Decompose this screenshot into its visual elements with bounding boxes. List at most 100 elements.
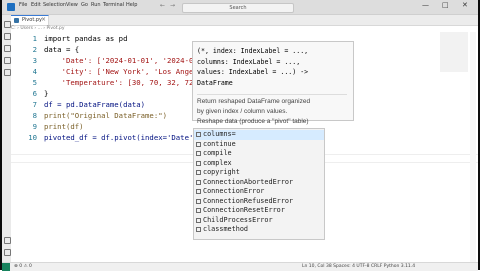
line-number: 8 <box>32 111 37 120</box>
code-line: import pandas as pd <box>44 34 128 43</box>
variable-icon <box>196 132 201 137</box>
menu-view[interactable]: View <box>66 2 78 8</box>
menu-help[interactable]: Help <box>126 2 137 8</box>
menu-edit[interactable]: Edit <box>31 2 41 8</box>
explorer-icon[interactable] <box>4 21 11 28</box>
line-number: 9 <box>32 122 37 131</box>
code-line: print(df) <box>44 122 84 131</box>
extensions-icon[interactable] <box>4 69 11 76</box>
signature-help-popup: (*, index: IndexLabel = ..., columns: In… <box>192 41 354 125</box>
suggestion-item[interactable]: ChildProcessError <box>194 216 324 226</box>
description-line: by given index / column values. <box>197 108 288 115</box>
run-debug-icon[interactable] <box>4 57 11 64</box>
signature-description: Return reshaped DataFrame organized by g… <box>197 97 310 127</box>
settings-gear-icon[interactable] <box>4 249 11 256</box>
code-line: 'Date': ['2024-01-01', '2024-01-01' <box>44 56 216 65</box>
line-number: 2 <box>32 45 37 54</box>
class-icon <box>196 227 201 232</box>
python-file-icon <box>14 18 19 23</box>
divider <box>197 94 347 95</box>
menu-terminal[interactable]: Terminal <box>103 2 124 8</box>
suggestion-label: ConnectionAbortedError <box>203 177 294 186</box>
arrow-left-icon[interactable]: ← <box>160 2 165 9</box>
minimize-button[interactable]: — <box>422 1 429 9</box>
problems-count[interactable]: ⊗ 0 ⚠ 0 <box>14 264 32 269</box>
class-icon <box>196 179 201 185</box>
suggestion-item[interactable]: complex <box>194 159 324 169</box>
source-control-icon[interactable] <box>4 45 11 52</box>
close-icon[interactable]: × <box>41 16 46 23</box>
menu-go[interactable]: Go <box>81 2 88 8</box>
suggestion-item[interactable]: compile <box>194 149 324 159</box>
command-center-search[interactable]: Search <box>182 3 294 13</box>
vertical-scrollbar[interactable] <box>470 32 476 262</box>
code-line: pivoted_df = df.pivot(index='Date', co <box>44 133 211 142</box>
autocomplete-list[interactable]: columns= continue compile complex copyri… <box>193 128 325 240</box>
breadcrumb[interactable]: C: › Users › ... › Pivot.py <box>11 26 65 31</box>
suggestion-label: ConnectionResetError <box>203 206 285 214</box>
status-info[interactable]: Ln 10, Col 38 Spaces: 4 UTF-8 CRLF Pytho… <box>302 264 415 269</box>
class-icon <box>196 208 201 213</box>
keyword-icon <box>196 141 201 147</box>
suggestion-label: continue <box>203 139 236 148</box>
line-number: 6 <box>32 89 37 98</box>
suggestion-item[interactable]: continue <box>194 140 324 150</box>
arrow-right-icon[interactable]: → <box>170 2 175 9</box>
description-line: Return reshaped DataFrame organized <box>197 98 311 105</box>
code-line: df = pd.DataFrame(data) <box>44 100 146 109</box>
menu-run[interactable]: Run <box>91 2 101 8</box>
code-line: 'Temperature': [30, 70, 32, 72] <box>44 78 198 87</box>
tab-label: Pivot.py <box>22 17 42 23</box>
suggestion-label: compile <box>203 149 232 157</box>
close-window-button[interactable]: ✕ <box>462 1 468 9</box>
activity-bar <box>2 15 11 262</box>
suggestion-item[interactable]: ConnectionAbortedError <box>194 178 324 188</box>
search-label: Search <box>229 5 247 11</box>
signature-line: DataFrame <box>197 78 233 87</box>
maximize-button[interactable]: □ <box>442 1 449 9</box>
class-icon <box>196 217 201 223</box>
class-icon <box>196 198 201 204</box>
line-number: 7 <box>32 100 37 109</box>
code-line: } <box>44 89 49 98</box>
suggestion-label: copyright <box>203 168 240 176</box>
search-icon[interactable] <box>4 33 11 40</box>
title-bar: File Edit Selection View Go Run Terminal… <box>2 0 478 15</box>
signature-text: (*, index: IndexLabel = ..., columns: In… <box>197 46 308 88</box>
suggestion-item[interactable]: ConnectionRefusedError <box>194 197 324 207</box>
minimap[interactable] <box>440 32 468 72</box>
account-icon[interactable] <box>4 237 11 244</box>
suggestion-item[interactable]: copyright <box>194 168 324 178</box>
suggestion-label: ChildProcessError <box>203 215 273 224</box>
suggestion-item[interactable]: ConnectionError <box>194 187 324 197</box>
code-line: 'City': ['New York', 'Los Angeles' <box>44 67 211 76</box>
class-icon <box>196 189 201 194</box>
signature-line: values: IndexLabel = ...) -> <box>197 68 309 76</box>
function-icon <box>196 151 201 156</box>
suggestion-label: ConnectionError <box>203 187 265 195</box>
tab-pivot-py[interactable]: Pivot.py × <box>11 15 49 25</box>
suggestion-item[interactable]: classmethod <box>194 225 324 235</box>
line-number: 1 <box>32 34 37 43</box>
description-line: Reshape data (produce a "pivot" table) <box>197 118 309 125</box>
menu-selection[interactable]: Selection <box>43 2 66 8</box>
line-number: 4 <box>32 67 37 76</box>
suggestion-label: columns= <box>203 130 236 138</box>
line-number: 5 <box>32 78 37 87</box>
code-line: print("Original DataFrame:") <box>44 111 168 120</box>
editor-tab-bar: Pivot.py × <box>11 15 478 26</box>
line-number: 10 <box>28 133 37 142</box>
vscode-logo-icon <box>7 3 15 11</box>
variable-icon <box>196 170 201 175</box>
class-icon <box>196 160 201 166</box>
suggestion-label: ConnectionRefusedError <box>203 196 294 205</box>
code-line: data = { <box>44 45 80 54</box>
menu-file[interactable]: File <box>19 2 27 8</box>
signature-line: (*, index: IndexLabel = ..., <box>197 47 309 55</box>
suggestion-label: classmethod <box>203 225 249 233</box>
line-number: 3 <box>32 56 37 65</box>
signature-line: columns: IndexLabel = ..., <box>197 57 301 66</box>
suggestion-label: complex <box>203 158 232 167</box>
suggestion-item[interactable]: columns= <box>194 130 324 140</box>
suggestion-item[interactable]: ConnectionResetError <box>194 206 324 216</box>
